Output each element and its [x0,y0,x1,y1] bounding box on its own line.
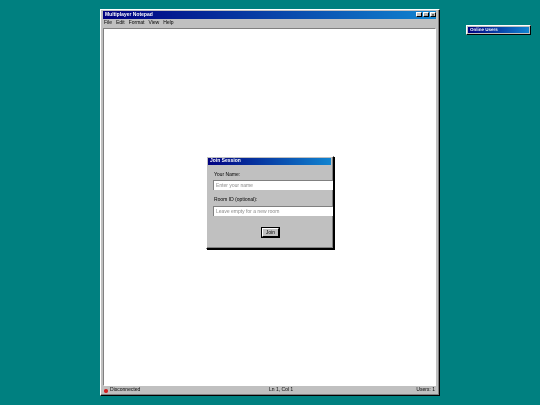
dialog-title[interactable]: Join Session [208,158,331,165]
window-title: Multiplayer Notepad [105,12,153,18]
online-users-title[interactable]: Online Users [468,27,529,33]
join-session-dialog: Join Session Your Name: Room ID (optiona… [206,156,334,249]
cursor-position: Ln 1, Col 1 [269,387,294,393]
menu-bar: File Edit Format View Help [104,20,174,27]
name-label: Your Name: [214,172,241,178]
window-controls: _ □ × [416,12,436,17]
close-button[interactable]: × [430,12,436,17]
menu-edit[interactable]: Edit [116,20,125,27]
status-dot-icon [104,388,108,393]
online-users-panel: Online Users [466,25,531,35]
status-bar: Disconnected Ln 1, Col 1 Users: 1 [103,387,436,394]
menu-file[interactable]: File [104,20,112,27]
join-button[interactable]: Join [261,227,280,238]
room-id-input[interactable] [213,206,333,216]
window-titlebar[interactable]: Multiplayer Notepad _ □ × [103,11,436,19]
menu-format[interactable]: Format [129,20,145,27]
connection-status: Disconnected [104,387,140,394]
connection-status-text: Disconnected [110,387,141,393]
menu-view[interactable]: View [149,20,160,27]
maximize-button[interactable]: □ [423,12,429,17]
name-input[interactable] [213,180,333,190]
room-id-label: Room ID (optional): [214,197,258,203]
user-count: Users: 1 [416,387,435,393]
minimize-button[interactable]: _ [416,12,422,17]
menu-help[interactable]: Help [163,20,173,27]
